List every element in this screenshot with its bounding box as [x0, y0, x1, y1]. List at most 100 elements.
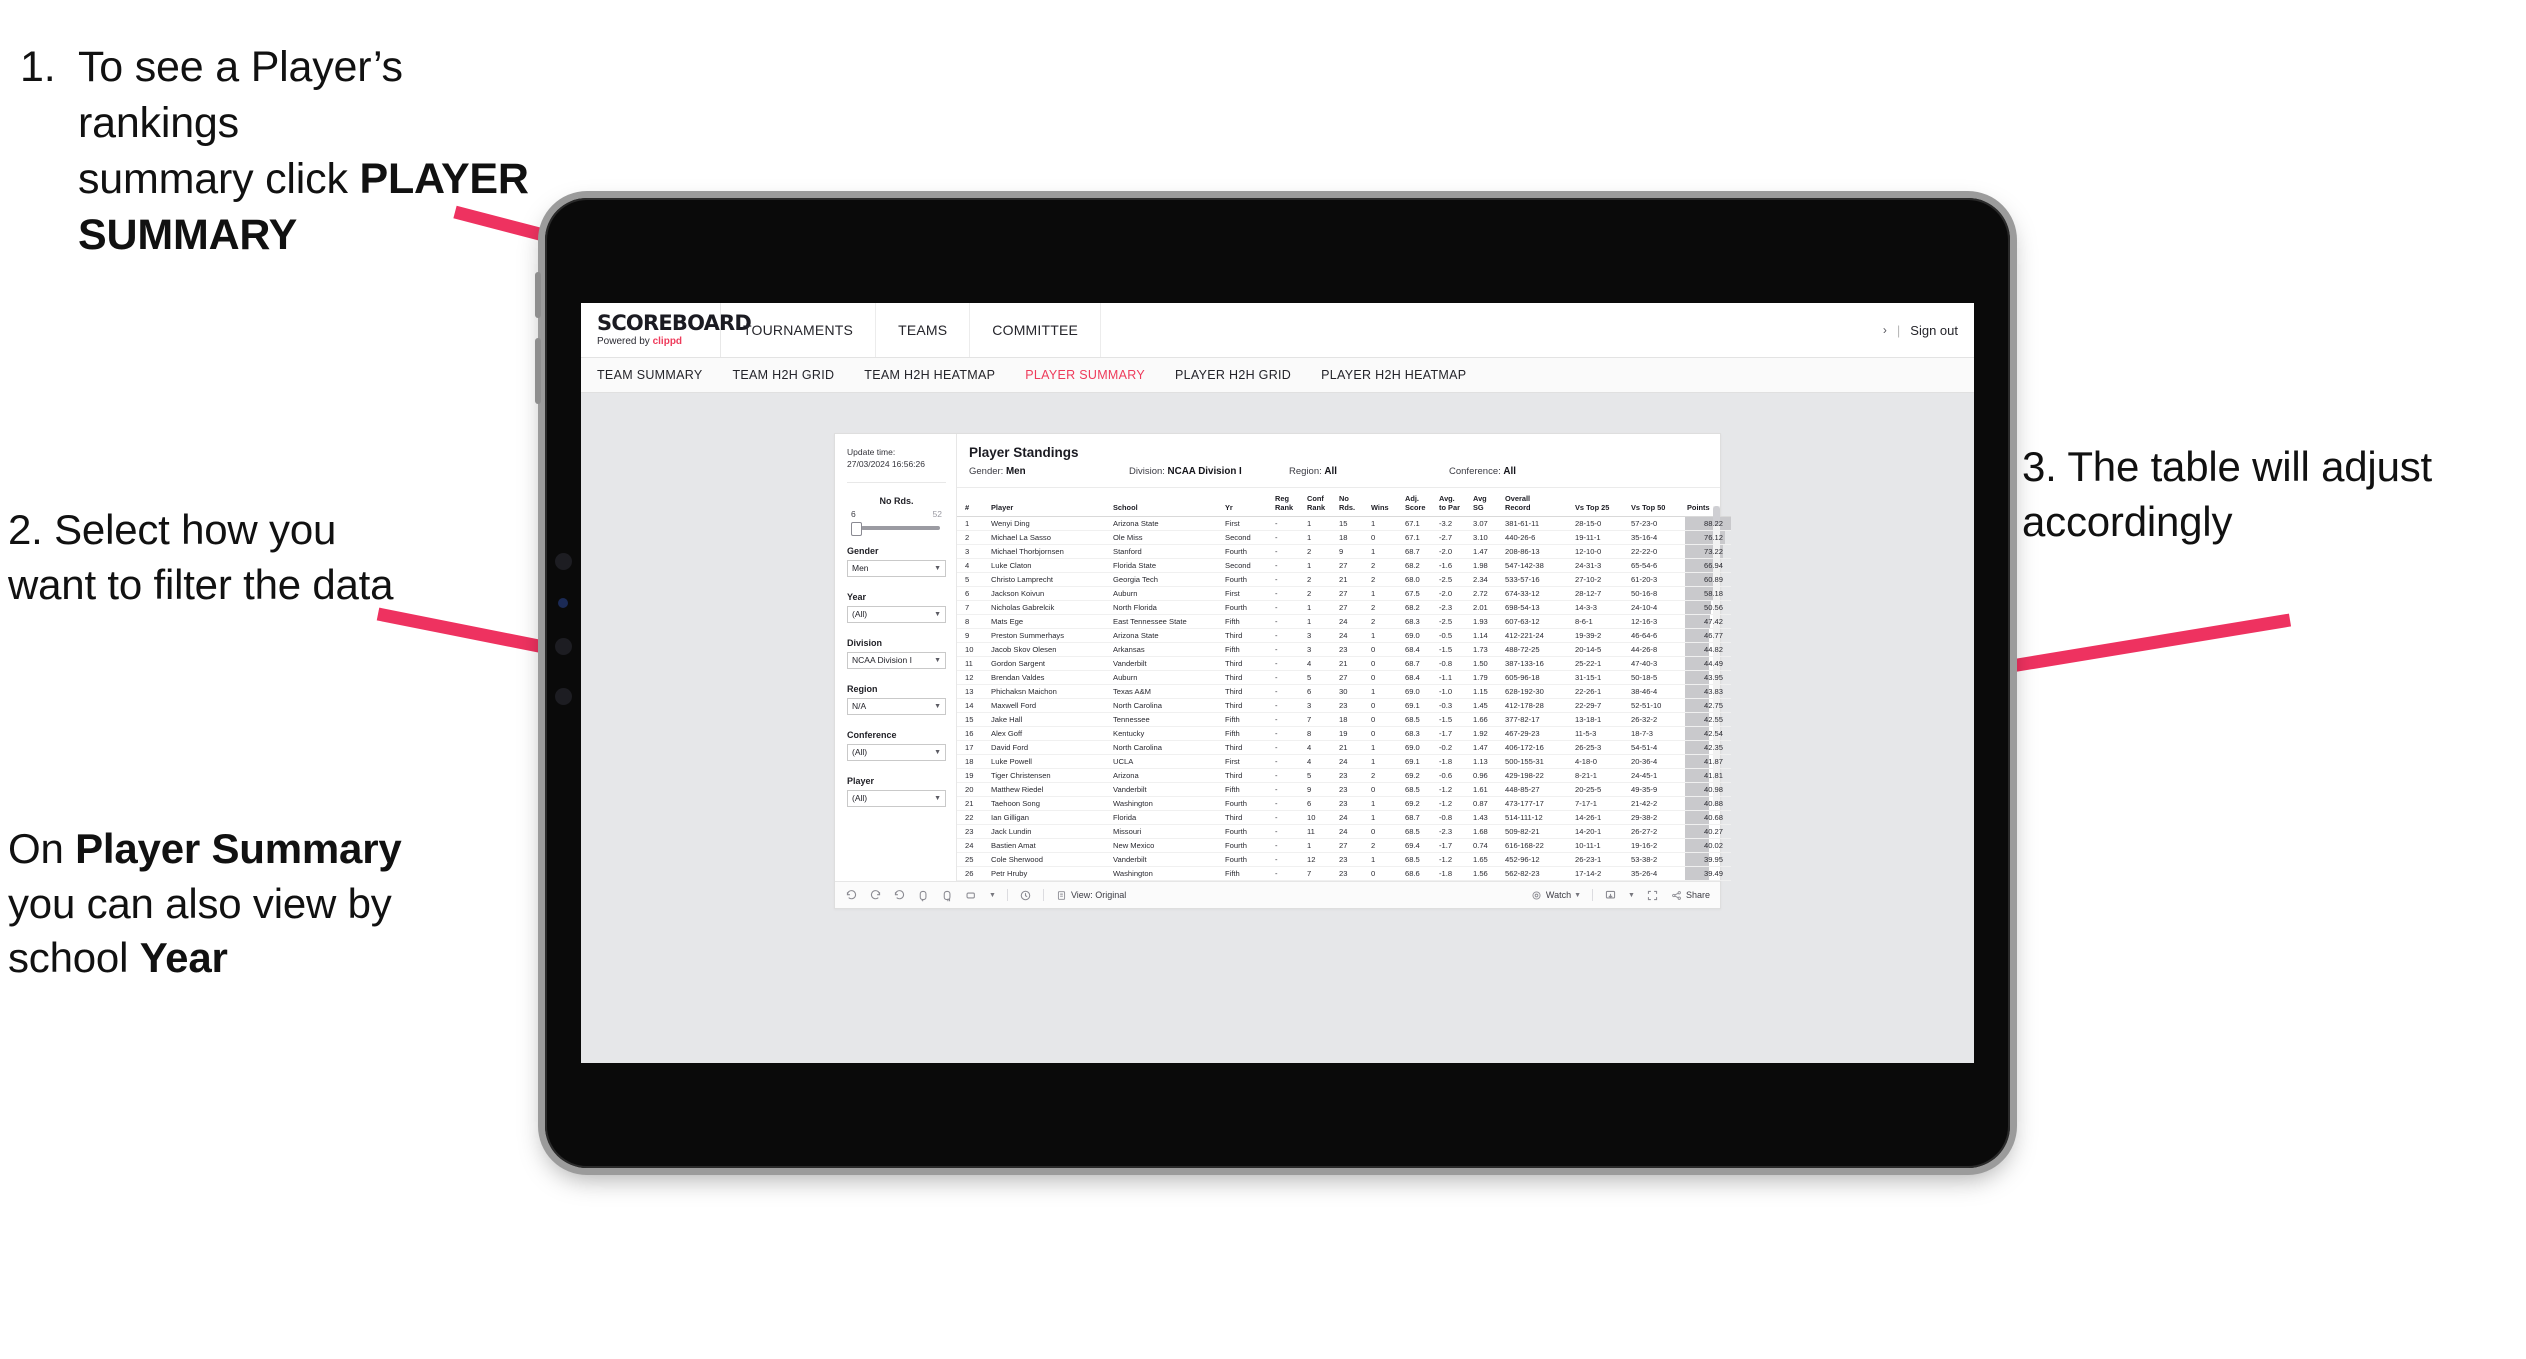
col-yr[interactable]: Yr	[1223, 488, 1273, 518]
param-region: Region: All	[1289, 466, 1449, 477]
device-power-button[interactable]	[535, 338, 541, 404]
cell-year: Second	[1223, 558, 1273, 574]
chevron-down-icon: ▼	[934, 610, 941, 618]
tab-player-h2h-grid[interactable]: PLAYER H2H GRID	[1175, 368, 1291, 382]
filter-year-select[interactable]: (All) ▼	[847, 605, 946, 623]
filter-region-select[interactable]: N/A ▼	[847, 697, 946, 715]
col-vs-top-50[interactable]: Vs Top 50	[1629, 488, 1685, 518]
table-row[interactable]: 15 Jake Hall Tennessee Fifth -7 18 0 68.5 -1.5 1.…	[957, 712, 1731, 728]
revert-icon[interactable]	[893, 889, 906, 902]
tab-team-h2h-heatmap[interactable]: TEAM H2H HEATMAP	[864, 368, 995, 382]
nav-committee[interactable]: COMMITTEE	[970, 303, 1102, 357]
col-adj-score[interactable]: Adj. Score	[1403, 488, 1437, 518]
table-row[interactable]: 10 Jacob Skov Olesen Arkansas Fifth -3 23 0 68.…	[957, 642, 1731, 658]
col-avg-to-par[interactable]: Avg. to Par	[1437, 488, 1471, 518]
table-head: # Player School Yr Reg Rank Conf Rank No Rd…	[957, 488, 1731, 518]
fullscreen-icon[interactable]	[1646, 889, 1659, 902]
device-volume-button[interactable]	[535, 272, 541, 318]
share-button[interactable]: Share	[1670, 889, 1710, 902]
brand-logo[interactable]: SCOREBOARD Powered by clippd	[581, 303, 752, 357]
table-row[interactable]: 5 Christo Lamprecht Georgia Tech Fourth -2 21…	[957, 572, 1731, 588]
cell-year: First	[1223, 754, 1273, 770]
col-avg-sg[interactable]: Avg SG	[1471, 488, 1503, 518]
table-row[interactable]: 11 Gordon Sargent Vanderbilt Third -4 21 0 68.7…	[957, 656, 1731, 672]
cell-vs-top-25: 26-23-1	[1573, 852, 1629, 868]
col-vs-top-25[interactable]: Vs Top 25	[1573, 488, 1629, 518]
table-row[interactable]: 20 Matthew Riedel Vanderbilt Fifth -9 23 0 68.5…	[957, 782, 1731, 798]
col-school[interactable]: School	[1111, 488, 1223, 518]
points-value: 40.68	[1703, 813, 1723, 823]
table-row[interactable]: 14 Maxwell Ford North Carolina Third -3 23 0 69…	[957, 698, 1731, 714]
table-row[interactable]: 6 Jackson Koivun Auburn First -2 27 1 67.5 -2.0 2…	[957, 586, 1731, 602]
pause-icon[interactable]	[941, 889, 954, 902]
cell-overall-record: 208-86-13	[1503, 544, 1573, 560]
table-row[interactable]: 4 Luke Claton Florida State Second -1 27 2 68.2…	[957, 558, 1731, 574]
refresh-icon[interactable]	[917, 889, 930, 902]
step-1-number: 1.	[20, 43, 56, 91]
no-rounds-slider-handle[interactable]	[851, 521, 862, 536]
cell-avg-to-par: -2.3	[1437, 824, 1471, 840]
chevron-right-icon[interactable]: ›	[1883, 323, 1887, 337]
col-reg-rank[interactable]: Reg Rank	[1273, 488, 1305, 518]
cell-reg-rank: -	[1273, 712, 1305, 728]
table-row[interactable]: 7 Nicholas Gabrelcik North Florida Fourth -1…	[957, 600, 1731, 616]
table-row[interactable]: 8 Mats Ege East Tennessee State Fifth -1 24 2 6…	[957, 614, 1731, 630]
table-row[interactable]: 12 Brendan Valdes Auburn Third -5 27 0 68.4 -1.1…	[957, 670, 1731, 686]
nav-teams[interactable]: TEAMS	[876, 303, 971, 357]
tab-player-h2h-heatmap[interactable]: PLAYER H2H HEATMAP	[1321, 368, 1466, 382]
table-row[interactable]: 13 Phichaksn Maichon Texas A&M Third -6 30 1 69…	[957, 684, 1731, 700]
col-wins[interactable]: Wins	[1369, 488, 1403, 518]
filter-player-select[interactable]: (All) ▼	[847, 789, 946, 807]
table-row[interactable]: 2 Michael La Sasso Ole Miss Second -1 18 0 67.1…	[957, 530, 1731, 546]
table-row[interactable]: 21 Taehoon Song Washington Fourth -6 23 1 69.2-…	[957, 796, 1731, 812]
tab-team-h2h-grid[interactable]: TEAM H2H GRID	[732, 368, 834, 382]
table-row[interactable]: 1 Wenyi Ding Arizona State First -1 15 1 67.1 -3…	[957, 516, 1731, 532]
undo-icon[interactable]	[845, 889, 858, 902]
table-row[interactable]: 24 Bastien Amat New Mexico Fourth -1 27 2 69.4-…	[957, 838, 1731, 854]
tab-team-summary[interactable]: TEAM SUMMARY	[597, 368, 702, 382]
view-original-button[interactable]: View: Original	[1055, 889, 1126, 902]
chevron-down-icon: ▼	[1574, 891, 1582, 899]
cell-reg-rank: -	[1273, 740, 1305, 756]
table-row[interactable]: 19 Tiger Christensen Arizona Third -5 23 2 69.2…	[957, 768, 1731, 784]
no-rounds-slider[interactable]	[851, 521, 940, 536]
cell-vs-top-25: 19-11-1	[1573, 530, 1629, 546]
chevron-down-icon[interactable]: ▼	[1628, 892, 1635, 899]
cell-school: Tennessee	[1111, 712, 1223, 728]
sign-out-link[interactable]: Sign out	[1910, 323, 1958, 338]
watch-button[interactable]: Watch ▼	[1530, 889, 1581, 902]
chevron-down-icon[interactable]: ▼	[989, 892, 996, 899]
device-layout-icon[interactable]	[965, 889, 978, 902]
table-row[interactable]: 23 Jack Lundin Missouri Fourth -11 24 0 68.5 -2.…	[957, 824, 1731, 840]
filter-gender-select[interactable]: Men ▼	[847, 559, 946, 577]
col-player[interactable]: Player	[989, 488, 1111, 518]
nav-tournaments[interactable]: TOURNAMENTS	[721, 303, 877, 357]
standings-table-wrapper: # Player School Yr Reg Rank Conf Rank No Rd…	[957, 488, 1731, 882]
cell-overall-record: 381-61-11	[1503, 516, 1573, 532]
cell-points: 42.35	[1685, 740, 1731, 756]
redo-icon[interactable]	[869, 889, 882, 902]
cell-adj-score: 69.1	[1403, 754, 1437, 770]
cell-reg-rank: -	[1273, 852, 1305, 868]
col-overall-record[interactable]: Overall Record	[1503, 488, 1573, 518]
table-row[interactable]: 9 Preston Summerhays Arizona State Third -3 2…	[957, 628, 1731, 644]
filter-division-select[interactable]: NCAA Division I ▼	[847, 651, 946, 669]
cell-player: Taehoon Song	[989, 796, 1111, 812]
download-icon[interactable]	[1604, 889, 1617, 902]
table-row[interactable]: 16 Alex Goff Kentucky Fifth -8 19 0 68.3 -1.7 1.9…	[957, 726, 1731, 742]
filter-conference-select[interactable]: (All) ▼	[847, 743, 946, 761]
table-row[interactable]: 3 Michael Thorbjornsen Stanford Fourth -2 9 1 6…	[957, 544, 1731, 560]
col-conf-rank[interactable]: Conf Rank	[1305, 488, 1337, 518]
cell-avg-to-par: -3.2	[1437, 516, 1471, 532]
table-row[interactable]: 17 David Ford North Carolina Third -4 21 1 69.0…	[957, 740, 1731, 756]
col-rank[interactable]: #	[957, 488, 989, 518]
tab-player-summary[interactable]: PLAYER SUMMARY	[1025, 368, 1145, 382]
table-row[interactable]: 26 Petr Hruby Washington Fifth -7 23 0 68.6 -1.8…	[957, 866, 1731, 882]
table-row[interactable]: 18 Luke Powell UCLA First -4 24 1 69.1 -1.8 1.13 5…	[957, 754, 1731, 770]
history-icon[interactable]	[1019, 889, 1032, 902]
col-no-rds[interactable]: No Rds.	[1337, 488, 1369, 518]
note-bold-year: Year	[139, 934, 228, 982]
table-row[interactable]: 25 Cole Sherwood Vanderbilt Fourth -12 23 1 68.…	[957, 852, 1731, 868]
table-row[interactable]: 22 Ian Gilligan Florida Third -10 24 1 68.7 -0.8…	[957, 810, 1731, 826]
col-points[interactable]: Points	[1685, 488, 1731, 518]
